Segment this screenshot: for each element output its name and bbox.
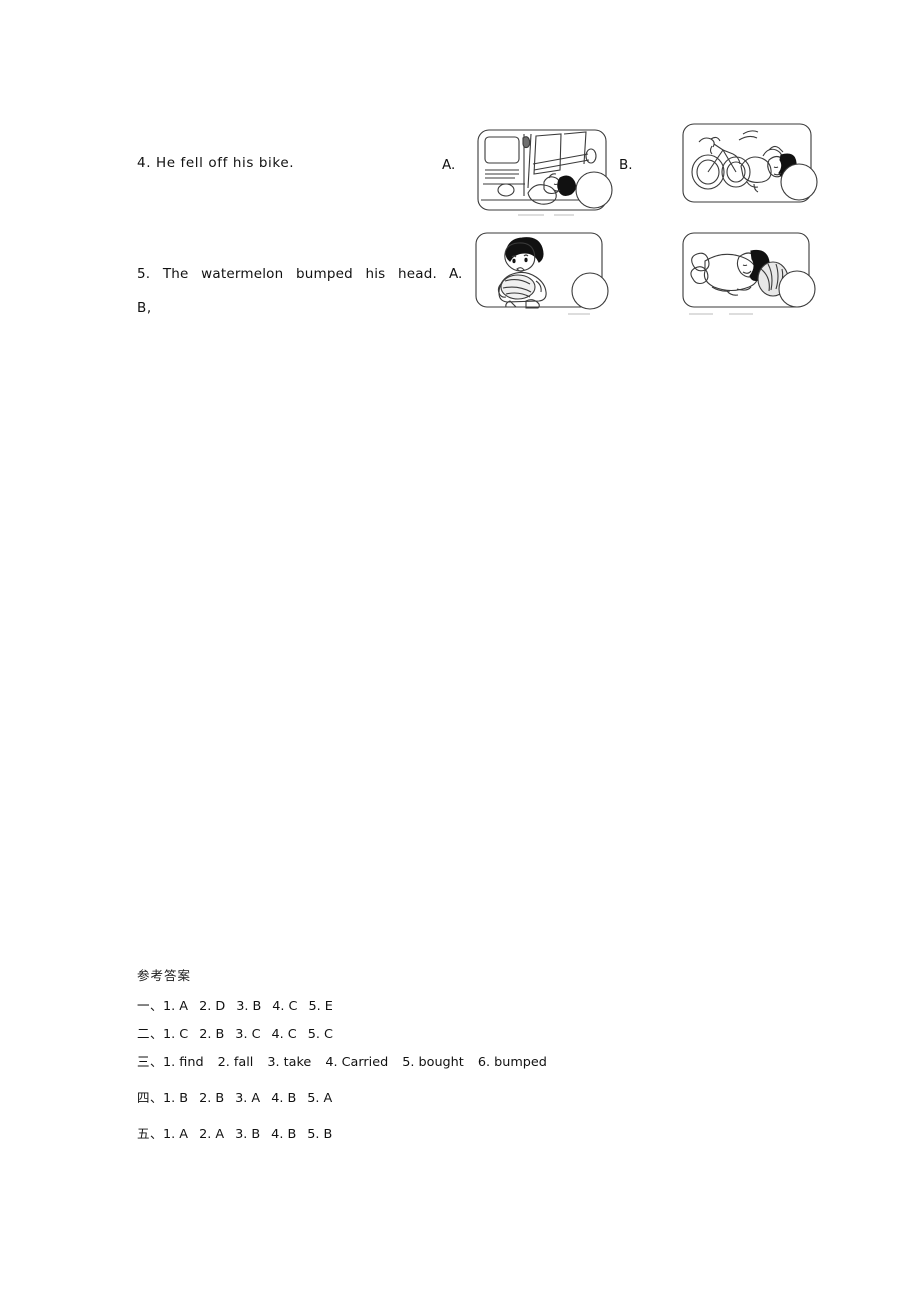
answer-key-item: 2. B [199, 1027, 225, 1042]
answer-key-item: 4. C [271, 1027, 297, 1042]
answer-key-item: 5. C [307, 1027, 333, 1042]
answer-key-item: 2. D [199, 999, 226, 1014]
answer-key-item: 2. B [199, 1091, 225, 1106]
picture-boy-lying-in-front-of-bus[interactable] [476, 126, 626, 221]
answer-key-item: 4. Carried [325, 1055, 389, 1070]
answer-key-section: 参考答案 一、1. A 2. D 3. B 4. C 5. E 二、1. C 2. B 3.… [137, 965, 837, 1151]
answer-key-row-head: 四、 [137, 1090, 164, 1105]
answer-key-item: 3. C [235, 1027, 261, 1042]
answer-key-title: 参考答案 [137, 968, 192, 983]
picture-boy-falling-off-bike[interactable] [681, 120, 831, 218]
answer-key-item: 5. E [308, 999, 333, 1014]
answer-key-item: 3. A [235, 1091, 261, 1106]
answer-key-item: 5. B [307, 1127, 333, 1142]
answer-key-row-head: 二、 [137, 1026, 164, 1041]
question-4-option-a-label[interactable]: A. [442, 157, 455, 173]
answer-key-item: 4. B [271, 1127, 297, 1142]
answer-key-row-head: 五、 [137, 1126, 164, 1141]
answer-key-row: 四、1. B 2. B 3. A 4. B 5. A [137, 1087, 837, 1106]
answer-key-item: 4. B [271, 1091, 297, 1106]
question-5-option-b-trailing-label[interactable]: B, [137, 300, 152, 316]
question-5-option-a-label[interactable]: A. [449, 266, 462, 282]
answer-key-row: 二、1. C 2. B 3. C 4. C 5. C [137, 1023, 837, 1042]
answer-key-item: 1. B [163, 1091, 189, 1106]
answer-key-item: 6. bumped [477, 1055, 547, 1070]
answer-key-row: 一、1. A 2. D 3. B 4. C 5. E [137, 995, 837, 1014]
answer-key-row: 五、1. A 2. A 3. B 4. B 5. B [137, 1123, 837, 1142]
answer-key-item: 3. B [236, 999, 262, 1014]
picture-boy-carrying-watermelon[interactable] [474, 231, 624, 323]
answer-key-row-head: 一、 [137, 998, 164, 1013]
question-4-text: 4. He fell off his bike. [137, 155, 295, 171]
answer-key-item: 5. A [307, 1091, 333, 1106]
answer-key-item: 2. A [199, 1127, 225, 1142]
answer-key-item: 1. C [163, 1027, 189, 1042]
picture-boy-lying-down-with-watermelon[interactable] [681, 231, 831, 323]
answer-key-item: 5. bought [402, 1055, 464, 1070]
answer-key-item: 3. B [235, 1127, 261, 1142]
answer-key-row: 三、1. find 2. fall 3. take 4. Carried 5. boug… [137, 1051, 837, 1070]
answer-key-item: 4. C [272, 999, 298, 1014]
answer-key-item: 2. fall [217, 1055, 254, 1070]
answer-key-item: 1. A [163, 999, 189, 1014]
answer-key-row-head: 三、 [137, 1054, 164, 1069]
worksheet-page: 4. He fell off his bike. A. B. 5. The wa… [0, 0, 920, 1302]
answer-key-item: 3. take [267, 1055, 312, 1070]
question-5-text: 5. The watermelon bumped his head. [137, 266, 437, 282]
answer-key-item: 1. find [163, 1055, 204, 1070]
answer-key-item: 1. A [163, 1127, 189, 1142]
